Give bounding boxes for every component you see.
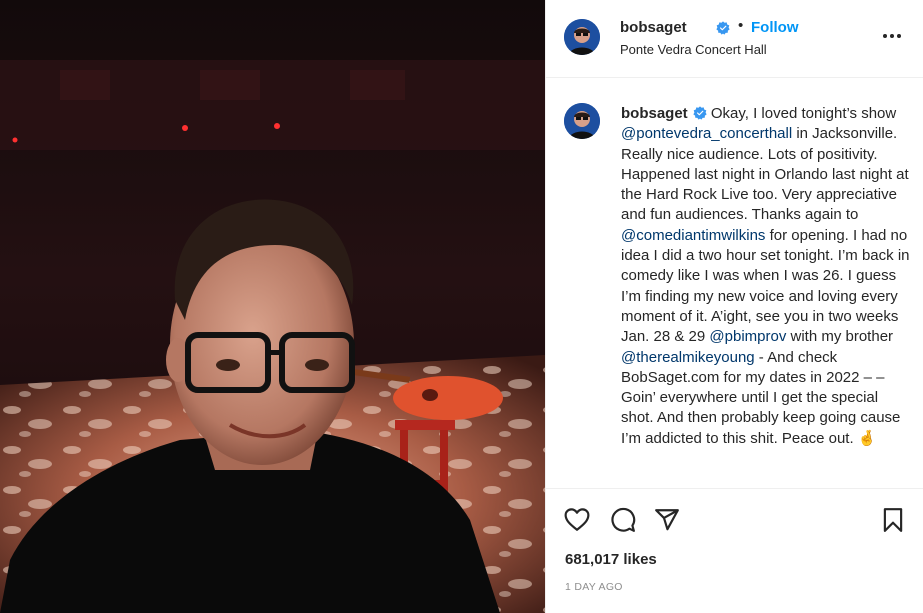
post-timestamp[interactable]: 1 DAY AGO (565, 581, 623, 593)
location-link[interactable]: Ponte Vedra Concert Hall (620, 42, 767, 57)
crossed-fingers-emoji: 🤞 (857, 429, 877, 447)
comment-icon[interactable] (610, 507, 636, 533)
verified-badge-icon (716, 21, 730, 35)
post-actions: 681,017 likes 1 DAY AGO (546, 488, 923, 613)
mention-link[interactable]: @therealmikeyoung (621, 349, 755, 366)
post-photo[interactable] (0, 0, 545, 613)
mention-link[interactable]: @pbimprov (709, 328, 786, 345)
mention-link[interactable]: @pontevedra_concerthall (621, 125, 792, 142)
avatar-image (564, 19, 600, 55)
mention-link[interactable]: @comediantimwilkins (621, 227, 765, 244)
caption-text: with my brother (786, 328, 894, 346)
post-header: bobsaget • Follow Ponte Vedra Concert Ha… (546, 0, 923, 78)
post-caption: bobsaget Okay, I loved tonight’s show @p… (621, 104, 911, 449)
more-options-icon[interactable] (882, 26, 902, 46)
verified-badge-icon (693, 106, 707, 120)
caption-avatar[interactable] (564, 103, 600, 139)
bookmark-icon[interactable] (880, 507, 906, 533)
avatar[interactable] (564, 19, 600, 55)
username[interactable]: bobsaget (620, 19, 687, 36)
follow-button[interactable]: Follow (751, 19, 799, 36)
likes-count[interactable]: 681,017 likes (565, 551, 657, 568)
avatar-image (564, 103, 600, 139)
caption-text: Okay, I loved tonight’s show (710, 105, 897, 122)
separator-dot: • (738, 17, 744, 34)
post-details-panel: bobsaget • Follow Ponte Vedra Concert Ha… (545, 0, 923, 613)
post-image (0, 0, 545, 613)
heart-icon[interactable] (564, 507, 590, 533)
caption-area: bobsaget Okay, I loved tonight’s show @p… (546, 78, 923, 488)
paper-plane-icon[interactable] (654, 507, 680, 533)
caption-username[interactable]: bobsaget (621, 105, 688, 122)
